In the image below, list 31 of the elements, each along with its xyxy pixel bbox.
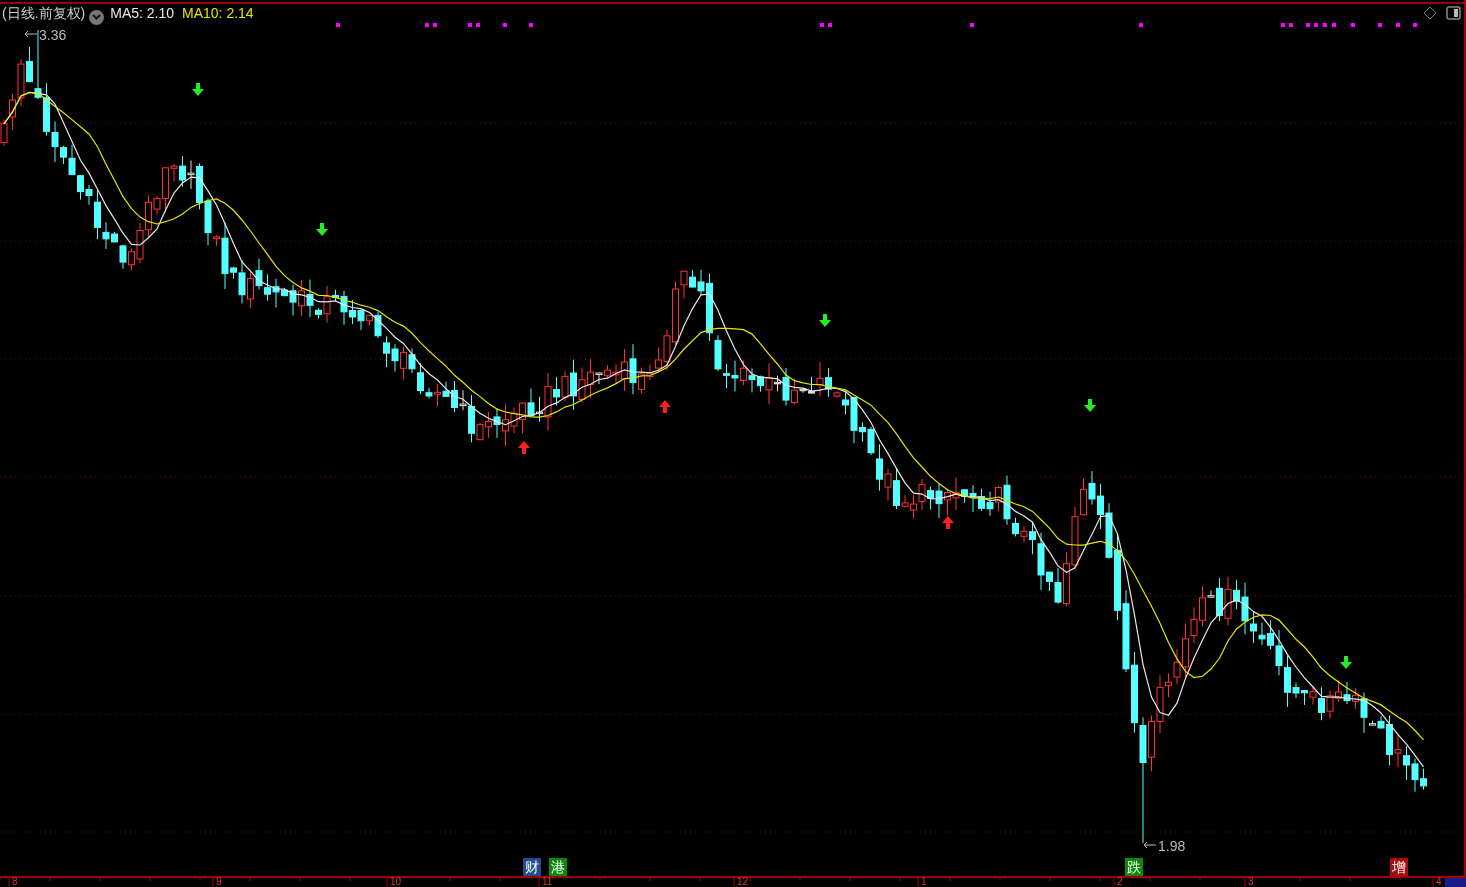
event-tag[interactable]: 增 xyxy=(1390,858,1408,876)
indicator-value: MA5: 2.10 xyxy=(110,5,175,21)
leader-arrow-icon xyxy=(24,30,38,38)
axis-label: 9 xyxy=(216,877,222,887)
event-tag[interactable]: 港 xyxy=(549,858,567,876)
down-arrow-icon xyxy=(192,83,204,96)
down-arrow-icon xyxy=(316,223,328,236)
axis-label: 2 xyxy=(1117,877,1123,887)
indicator-value: MA10: 2.14 xyxy=(182,5,254,21)
high-price-label: 3.36 xyxy=(39,27,67,43)
down-arrow-icon xyxy=(819,314,831,327)
up-arrow-icon xyxy=(518,441,530,454)
event-tag[interactable]: 财 xyxy=(523,858,541,876)
low-price-label: 1.98 xyxy=(1158,838,1186,854)
leader-arrow-icon xyxy=(1143,841,1157,849)
axis-label: 1 xyxy=(921,877,927,887)
down-arrow-icon xyxy=(1340,656,1352,669)
axis-label: 12 xyxy=(737,877,749,887)
axis-label: 11 xyxy=(542,877,553,887)
axis-label: 8 xyxy=(12,877,18,887)
axis-label: 4 xyxy=(1436,877,1442,887)
axis-label: 10 xyxy=(390,877,402,887)
down-arrow-icon xyxy=(1084,399,1096,412)
up-arrow-icon xyxy=(659,400,671,413)
up-arrow-icon xyxy=(942,516,954,529)
axis-label: 3 xyxy=(1248,877,1254,887)
diamond-icon[interactable] xyxy=(1423,6,1437,20)
period-label: (日线.前复权) xyxy=(2,5,86,21)
event-tag[interactable]: 跌 xyxy=(1125,858,1143,876)
panel-toggle-icon[interactable] xyxy=(1446,6,1461,20)
dropdown-icon[interactable] xyxy=(89,9,105,25)
